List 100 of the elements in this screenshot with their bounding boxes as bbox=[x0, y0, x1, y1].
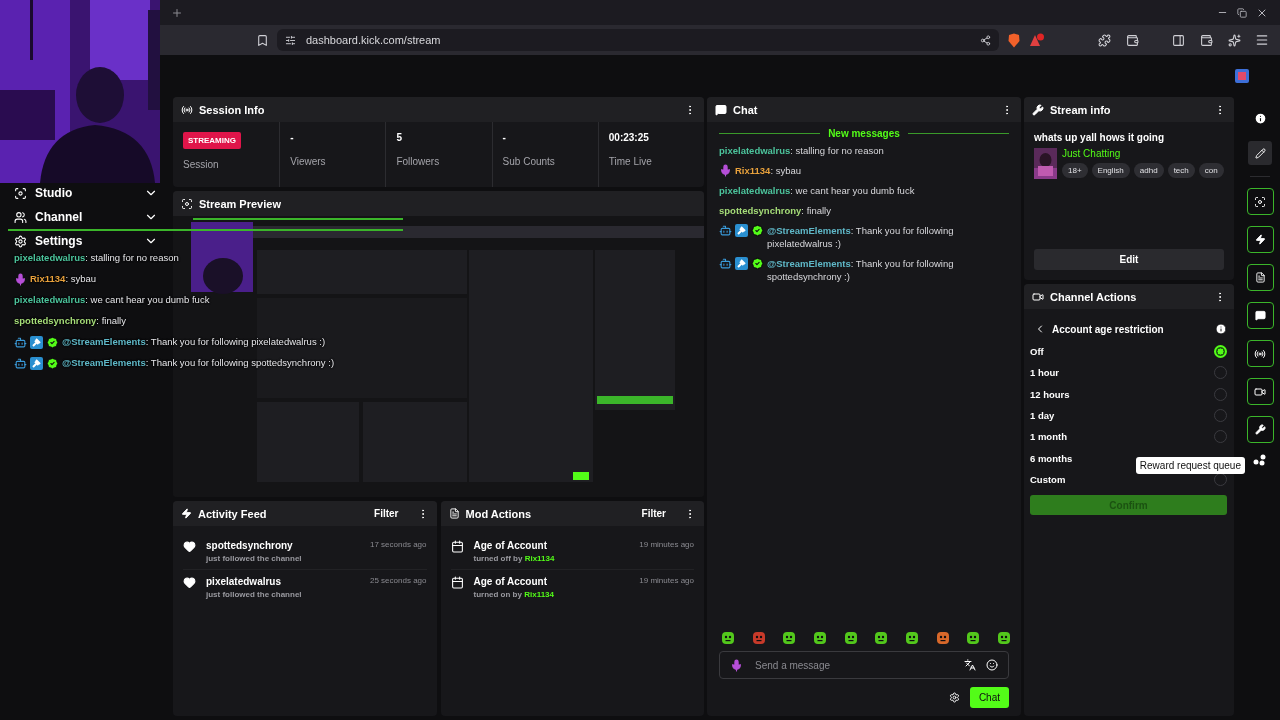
address-bar[interactable]: dashboard.kick.com/stream bbox=[277, 29, 999, 51]
emote-icon[interactable] bbox=[721, 631, 735, 645]
event-detail: just followed the channel bbox=[206, 554, 303, 563]
robot-icon bbox=[719, 224, 732, 237]
panel-title: Activity Feed bbox=[198, 507, 268, 520]
edit-button[interactable] bbox=[1248, 141, 1272, 165]
lightning-button[interactable] bbox=[1246, 226, 1274, 253]
panel-title: Mod Actions bbox=[465, 507, 533, 520]
stat-value: - bbox=[502, 132, 507, 145]
chat-message: Rix1134: sybau bbox=[30, 273, 97, 284]
emote-icon[interactable] bbox=[843, 631, 858, 645]
chat-button[interactable] bbox=[1246, 302, 1274, 329]
option-label: 1 hour bbox=[1030, 367, 1061, 379]
emote-icon[interactable] bbox=[812, 631, 827, 645]
event-time: 17 seconds ago bbox=[370, 540, 427, 549]
emote-icon[interactable] bbox=[996, 631, 1011, 645]
chat-message: Rix1134: sybau bbox=[735, 164, 803, 177]
stat-label: Viewers bbox=[290, 156, 327, 167]
chat-message: pixelatedwalrus: stalling for no reason bbox=[719, 144, 885, 157]
option-label: 6 months bbox=[1030, 452, 1074, 464]
extension-icon[interactable] bbox=[1234, 68, 1250, 84]
chat-message: @StreamElements: Thank you for following spottedsynchrony :) bbox=[767, 257, 955, 283]
panel-title: Stream Preview bbox=[199, 197, 282, 210]
focus-icon bbox=[14, 186, 27, 200]
emoji-icon[interactable] bbox=[986, 659, 998, 671]
sparkles-icon[interactable] bbox=[1227, 33, 1241, 47]
chat-message: pixelatedwalrus: we cant hear you dumb fuck bbox=[14, 294, 210, 305]
moderator-name[interactable]: Rix1134 bbox=[524, 554, 555, 563]
sidebar-item[interactable]: Studio bbox=[0, 181, 170, 205]
users-icon bbox=[14, 210, 27, 224]
new-messages-divider: New messages bbox=[828, 128, 900, 139]
emote-icon[interactable] bbox=[904, 631, 919, 645]
broadcast-button[interactable] bbox=[1246, 340, 1274, 367]
new-tab-icon[interactable] bbox=[171, 6, 183, 19]
restore-icon[interactable] bbox=[1237, 7, 1247, 18]
stat-label: Time Live bbox=[608, 156, 653, 167]
video-icon bbox=[1254, 385, 1266, 398]
follower-name: pixelatedwalrus bbox=[206, 576, 283, 587]
dots-icon[interactable] bbox=[1253, 454, 1267, 466]
emote-icon[interactable] bbox=[782, 631, 797, 645]
wrench-icon bbox=[1032, 103, 1044, 116]
focus-icon bbox=[181, 197, 193, 210]
chat-message: @StreamElements: Thank you for following pixelatedwalrus :) bbox=[767, 224, 955, 250]
stat-label: Followers bbox=[396, 156, 441, 167]
calendar-icon bbox=[450, 576, 464, 589]
video-button[interactable] bbox=[1246, 378, 1274, 405]
emote-icon[interactable] bbox=[966, 631, 981, 645]
emote-icon[interactable] bbox=[874, 631, 889, 645]
stat-value: 00:23:25 bbox=[608, 132, 650, 145]
tag-chip[interactable]: English bbox=[1091, 163, 1130, 178]
translate-icon[interactable] bbox=[964, 659, 976, 671]
menu-icon[interactable] bbox=[1255, 33, 1269, 47]
edit-button[interactable]: Edit bbox=[1034, 249, 1224, 270]
category-link[interactable]: Just Chatting bbox=[1062, 148, 1224, 159]
wrench-button[interactable] bbox=[1246, 416, 1274, 443]
chat-message: pixelatedwalrus: we cant hear you dumb fuck bbox=[719, 184, 916, 197]
filter-button[interactable]: Filter bbox=[370, 506, 403, 521]
chat-bubble-icon bbox=[1254, 310, 1266, 321]
chat-send-button[interactable]: Chat bbox=[969, 687, 1009, 708]
robot-icon bbox=[14, 336, 27, 349]
message-input[interactable]: Send a message bbox=[753, 658, 954, 672]
shield-icon[interactable] bbox=[1007, 32, 1021, 48]
broadcast-icon bbox=[1254, 347, 1266, 360]
wallet-icon[interactable] bbox=[1125, 33, 1139, 47]
settings-icon[interactable] bbox=[948, 692, 960, 703]
tag-chip[interactable]: con bbox=[1198, 163, 1224, 178]
sidebar-item[interactable]: Settings bbox=[0, 229, 170, 253]
wallet-icon[interactable] bbox=[1199, 33, 1213, 47]
emote-icon[interactable] bbox=[751, 631, 766, 645]
stat-value: 5 bbox=[396, 132, 403, 145]
tag-chip[interactable]: adhd bbox=[1133, 163, 1164, 178]
document-button[interactable] bbox=[1246, 264, 1274, 291]
share-icon[interactable] bbox=[980, 34, 991, 46]
heart-icon bbox=[183, 540, 196, 553]
status-badge: STREAMING bbox=[183, 132, 241, 149]
focus-icon bbox=[1254, 195, 1266, 208]
site-settings-icon[interactable] bbox=[285, 34, 296, 46]
filter-button[interactable]: Filter bbox=[637, 506, 670, 521]
panel-title: Stream info bbox=[1050, 103, 1112, 116]
info-icon[interactable] bbox=[1253, 111, 1267, 125]
emote-icon[interactable] bbox=[935, 631, 950, 645]
microphone-icon[interactable] bbox=[730, 658, 743, 672]
alert-triangle-icon[interactable] bbox=[1029, 32, 1045, 48]
extensions-icon[interactable] bbox=[1097, 33, 1111, 47]
chat-bubble-icon bbox=[715, 103, 727, 116]
chat-message: spottedsynchrony: finally bbox=[14, 315, 126, 326]
broadcast-icon bbox=[181, 103, 193, 116]
event-time: 25 seconds ago bbox=[370, 576, 427, 585]
chat-message: @StreamElements: Thank you for following spottedsynchrony :) bbox=[62, 357, 335, 368]
info-icon[interactable] bbox=[1215, 323, 1227, 335]
bookmark-icon[interactable] bbox=[256, 33, 269, 47]
tag-chip[interactable]: 18+ bbox=[1062, 163, 1088, 178]
moderator-name[interactable]: Rix1134 bbox=[524, 590, 554, 599]
gavel-icon bbox=[735, 257, 748, 270]
sidebar-icon[interactable] bbox=[1171, 33, 1185, 47]
sidebar-item[interactable]: Channel bbox=[0, 205, 170, 229]
message-field[interactable]: Send a message bbox=[719, 651, 1009, 679]
panel-title: Chat bbox=[733, 103, 759, 116]
tag-chip[interactable]: tech bbox=[1167, 163, 1195, 178]
studio-button[interactable] bbox=[1246, 188, 1274, 215]
